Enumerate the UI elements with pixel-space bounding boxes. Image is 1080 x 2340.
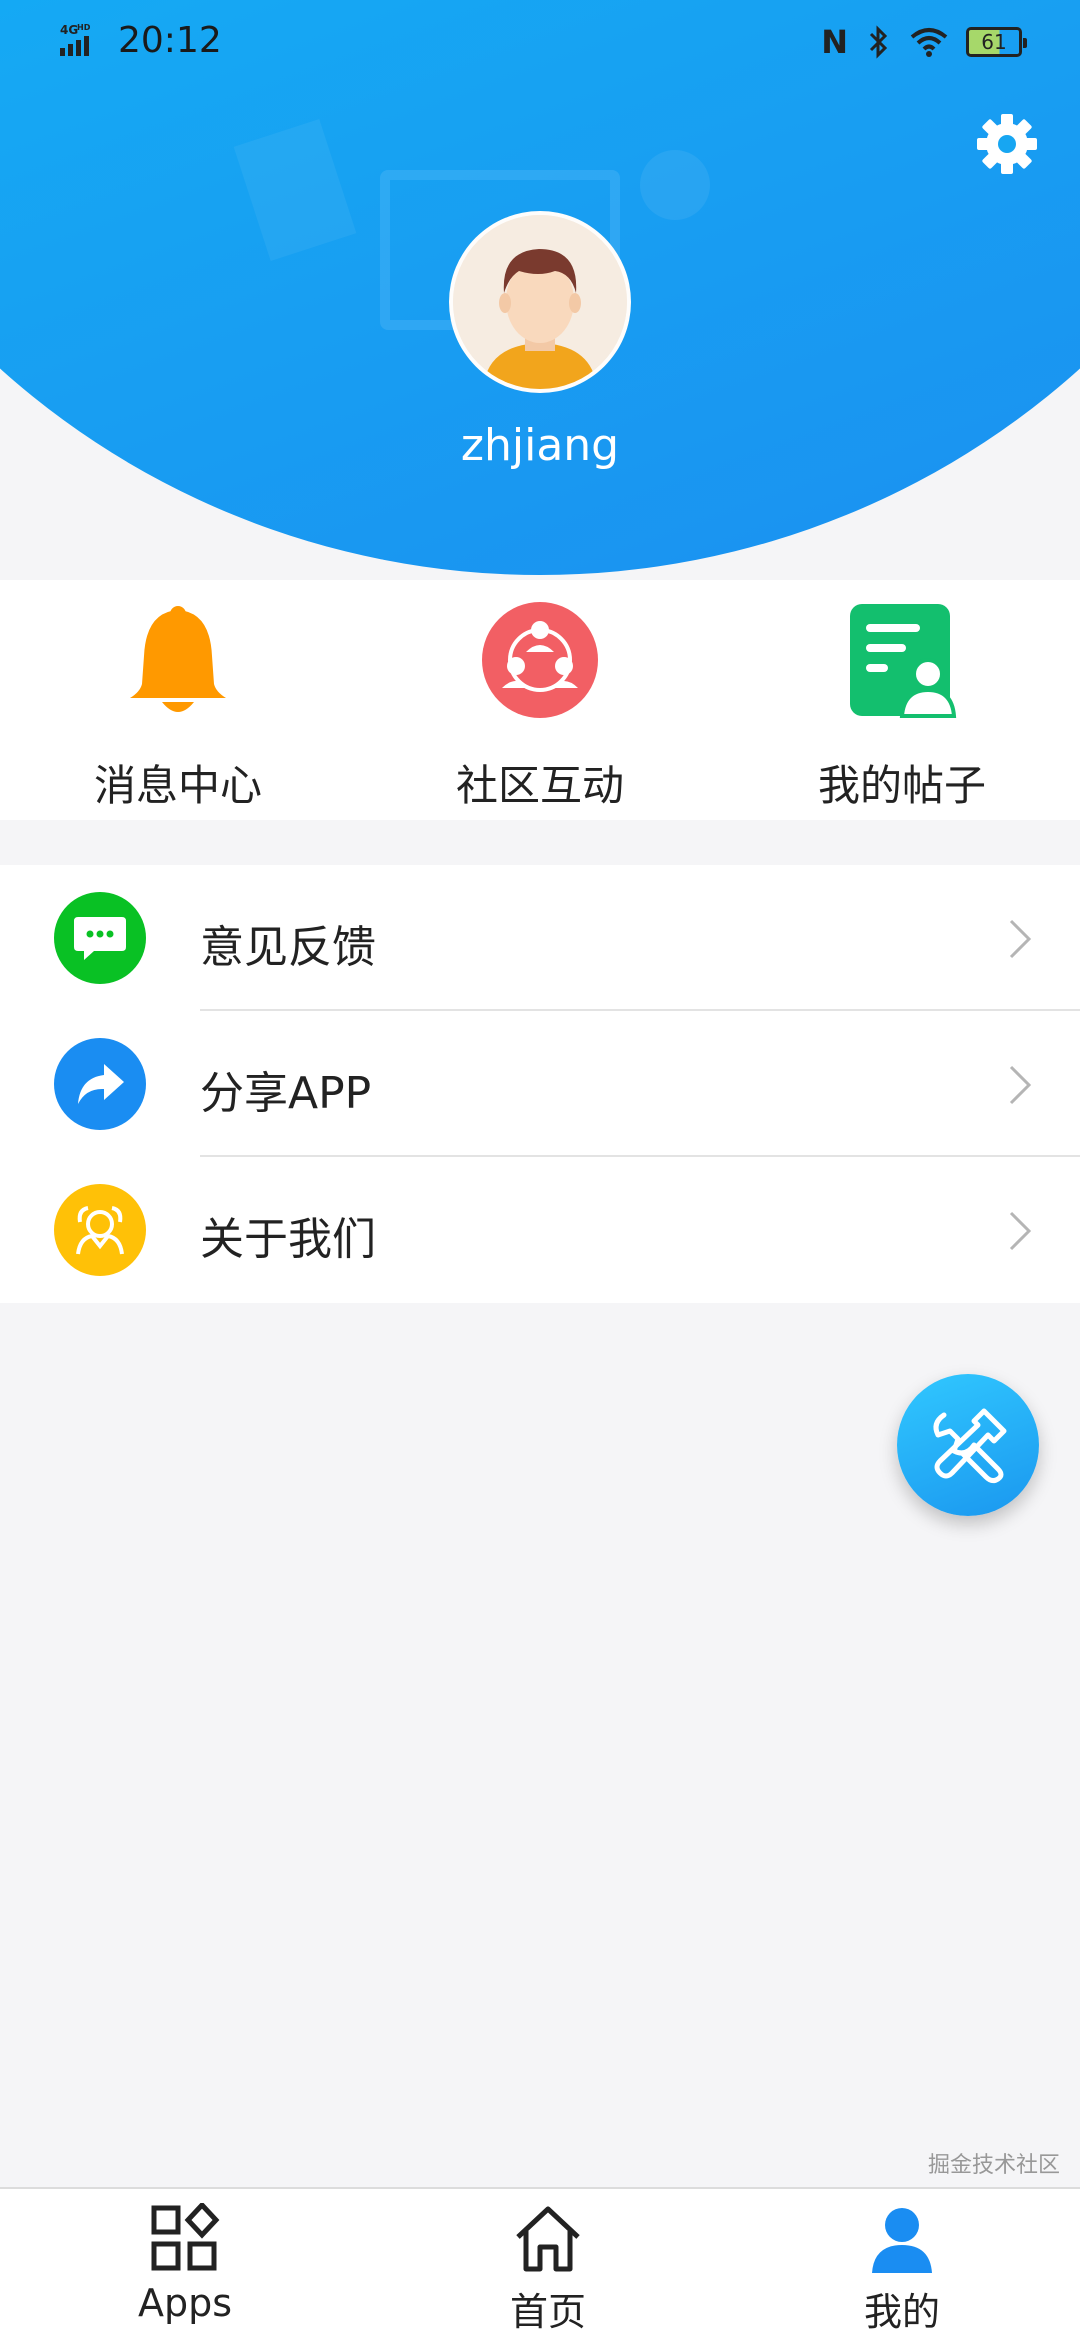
menu-item-about-us[interactable]: 关于我们 xyxy=(0,1157,1080,1303)
username: zhjiang xyxy=(460,420,620,471)
tab-apps[interactable]: Apps xyxy=(35,2189,335,2340)
menu-item-label: 关于我们 xyxy=(200,1214,376,1265)
watermark: 掘金技术社区 xyxy=(927,2153,1060,2178)
status-time: 20:12 xyxy=(118,20,222,61)
gear-icon xyxy=(977,114,1037,174)
quick-action-my-posts[interactable]: 我的帖子 xyxy=(752,600,1052,810)
share-arrow-glyph xyxy=(78,1064,124,1104)
menu-item-label: 分享APP xyxy=(200,1068,372,1119)
people-glyph xyxy=(76,1206,124,1255)
chat-bubble-glyph xyxy=(74,917,126,960)
tab-mine[interactable]: 我的 xyxy=(752,2189,1052,2340)
tab-label: 首页 xyxy=(509,2290,586,2334)
svg-text:HD: HD xyxy=(77,23,91,32)
bluetooth-icon xyxy=(869,25,888,59)
profile-header: 4G HD 20:12 N 61 zhjiang xyxy=(0,0,1080,580)
header-decoration xyxy=(640,150,710,220)
nfc-icon: N xyxy=(821,23,848,61)
people-icon xyxy=(54,1184,146,1276)
tab-home[interactable]: 首页 xyxy=(398,2189,698,2340)
quick-actions: 消息中心 社区互动 我的帖子 xyxy=(0,580,1080,820)
quick-action-community[interactable]: 社区互动 xyxy=(390,600,690,810)
signal-icon: 4G HD xyxy=(60,23,91,56)
avatar-image xyxy=(453,215,627,389)
bottom-tab-bar: Apps 首页 我的 xyxy=(0,2187,1080,2340)
svg-text:4G: 4G xyxy=(60,23,78,37)
settings-button[interactable] xyxy=(975,112,1039,176)
bell-icon xyxy=(130,606,226,712)
status-bar: 4G HD 20:12 N 61 xyxy=(0,0,1080,86)
tools-fab-button[interactable] xyxy=(897,1374,1039,1516)
quick-action-label: 社区互动 xyxy=(455,761,624,810)
chevron-right-icon xyxy=(1009,1211,1032,1251)
apps-grid-icon xyxy=(151,2203,220,2271)
posts-icon xyxy=(850,604,957,718)
battery-icon: 61 xyxy=(966,27,1027,57)
person-icon xyxy=(872,2208,932,2273)
avatar[interactable] xyxy=(449,211,631,393)
menu-item-share-app[interactable]: 分享APP xyxy=(0,1011,1080,1157)
tab-label: 我的 xyxy=(863,2290,940,2334)
chevron-right-icon xyxy=(1009,919,1032,959)
quick-action-label: 消息中心 xyxy=(93,761,262,810)
tools-icon xyxy=(933,1408,1007,1484)
wifi-icon xyxy=(910,28,948,57)
status-icons: N 61 xyxy=(821,23,1027,61)
quick-action-label: 我的帖子 xyxy=(817,761,986,810)
battery-level: 61 xyxy=(981,30,1007,54)
home-icon xyxy=(516,2206,580,2272)
share-arrow-icon xyxy=(54,1038,146,1130)
tab-label: Apps xyxy=(137,2281,233,2325)
chevron-right-icon xyxy=(1009,1065,1032,1105)
community-icon xyxy=(482,602,598,718)
chat-bubble-icon xyxy=(54,892,146,984)
quick-action-messages[interactable]: 消息中心 xyxy=(28,600,328,810)
menu-item-feedback[interactable]: 意见反馈 xyxy=(0,865,1080,1011)
menu-item-label: 意见反馈 xyxy=(200,922,376,973)
settings-menu: 意见反馈 分享APP 关于我们 xyxy=(0,865,1080,1303)
